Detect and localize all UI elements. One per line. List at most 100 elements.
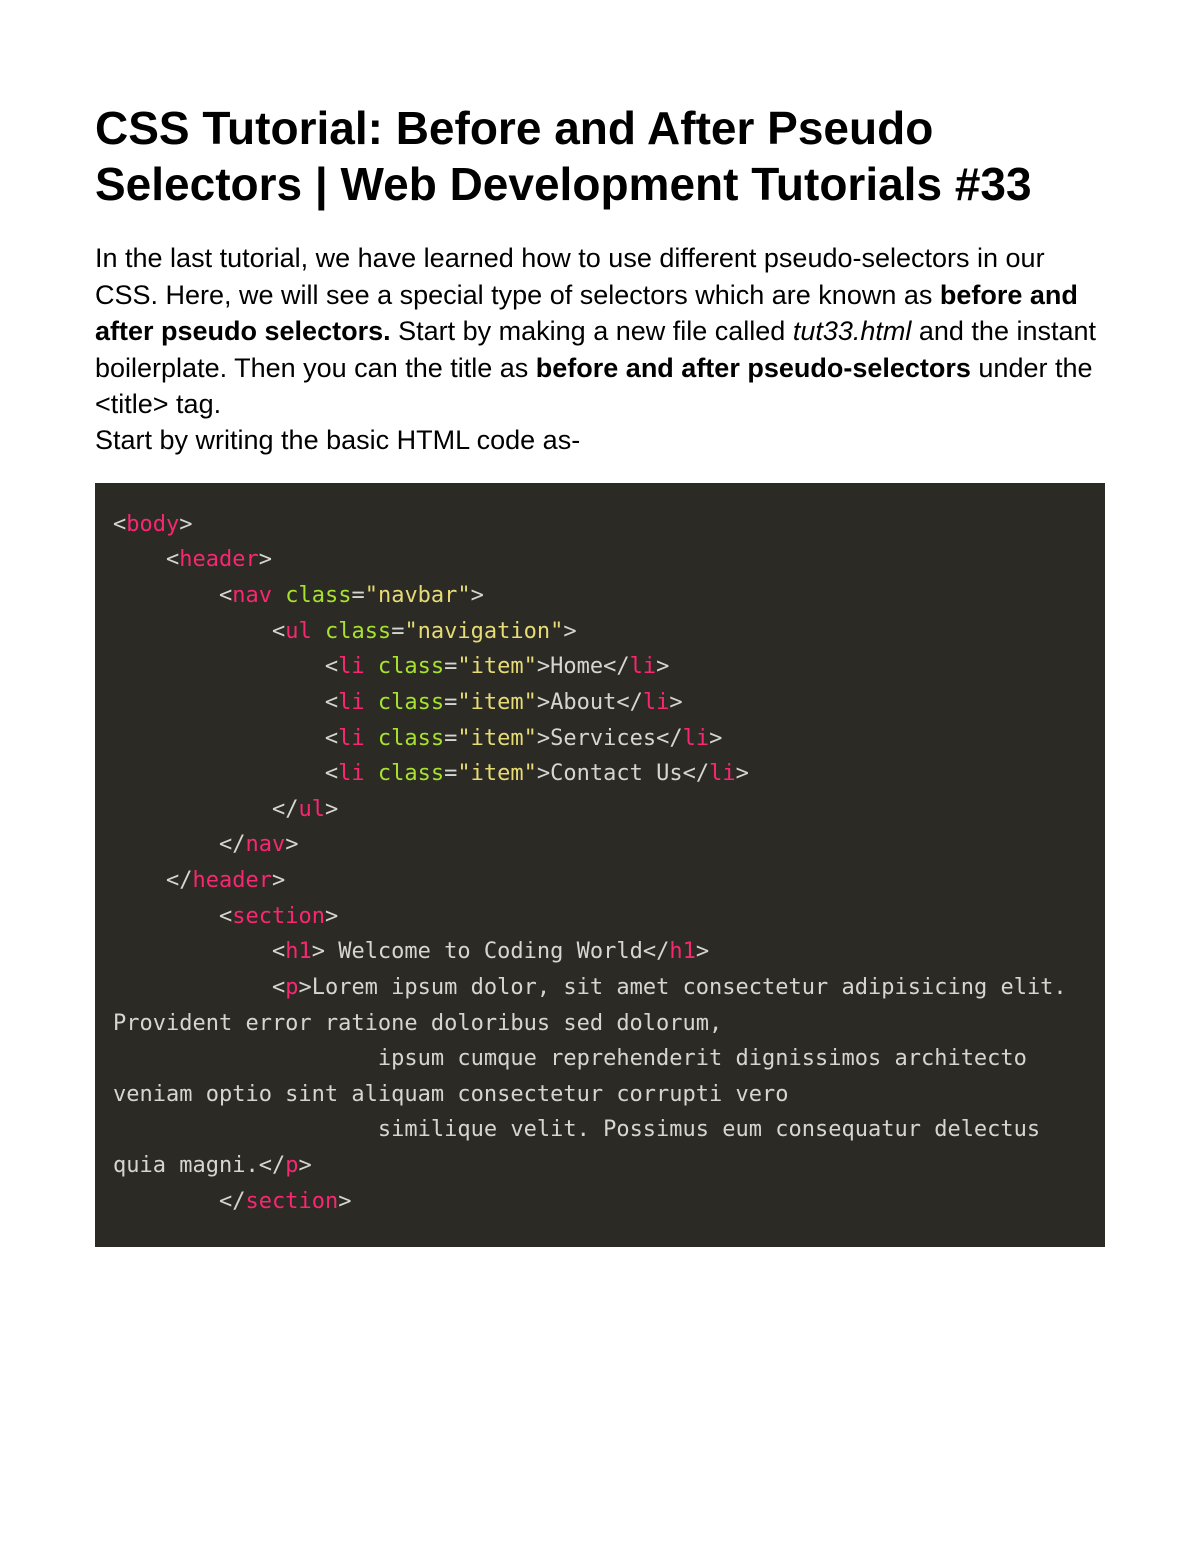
code-punct: < — [272, 975, 285, 1000]
code-punct: = — [351, 583, 364, 608]
code-punct: > — [272, 868, 285, 893]
code-punct: = — [444, 654, 457, 679]
code-tag-section: section — [232, 904, 325, 929]
code-tag-li: li — [338, 690, 365, 715]
code-tag-header: header — [179, 547, 258, 572]
code-punct: > — [298, 1153, 311, 1178]
code-punct: > — [325, 797, 338, 822]
code-text-para2: ipsum cumque reprehenderit dignissimos a… — [113, 1046, 1040, 1107]
code-text-home: Home — [550, 654, 603, 679]
intro-text: In the last tutorial, we have learned ho… — [95, 243, 1045, 309]
code-tag-li: li — [630, 654, 657, 679]
code-punct: = — [444, 761, 457, 786]
code-value-item: "item" — [457, 761, 536, 786]
code-tag-nav: nav — [245, 832, 285, 857]
code-punct — [312, 619, 325, 644]
code-tag-header: header — [192, 868, 271, 893]
code-punct: < — [272, 939, 285, 964]
code-text-para1: Lorem ipsum dolor, sit amet consectetur … — [113, 975, 1080, 1036]
code-punct: > — [669, 690, 682, 715]
code-value-navigation: "navigation" — [404, 619, 563, 644]
code-punct: > — [325, 904, 338, 929]
code-punct: > — [259, 547, 272, 572]
code-punct: > — [709, 726, 722, 751]
code-tag-nav: nav — [232, 583, 272, 608]
code-punct — [365, 654, 378, 679]
code-attr-class: class — [378, 726, 444, 751]
code-punct: > — [537, 690, 550, 715]
code-tag-h1: h1 — [285, 939, 312, 964]
code-punct: > — [736, 761, 749, 786]
code-punct: > — [537, 654, 550, 679]
code-punct: </ — [166, 868, 193, 893]
code-value-navbar: "navbar" — [365, 583, 471, 608]
code-text-contact: Contact Us — [550, 761, 682, 786]
code-punct: </ — [219, 1189, 246, 1214]
code-punct: </ — [219, 832, 246, 857]
code-punct: > — [285, 832, 298, 857]
code-tag-li: li — [643, 690, 670, 715]
code-text-about: About — [550, 690, 616, 715]
code-tag-ul: ul — [285, 619, 312, 644]
code-punct: < — [219, 904, 232, 929]
code-punct: = — [391, 619, 404, 644]
code-punct: </ — [603, 654, 630, 679]
code-attr-class: class — [378, 690, 444, 715]
code-tag-li: li — [338, 761, 365, 786]
intro-line2: Start by writing the basic HTML code as- — [95, 425, 580, 455]
code-block: <body> <header> <nav class="navbar"> <ul… — [95, 483, 1105, 1248]
code-punct: < — [325, 726, 338, 751]
code-punct: </ — [259, 1153, 286, 1178]
code-tag-h1: h1 — [669, 939, 696, 964]
code-punct: </ — [616, 690, 643, 715]
code-punct — [272, 583, 285, 608]
intro-bold-title: before and after pseudo-selectors — [536, 353, 971, 383]
code-attr-class: class — [378, 761, 444, 786]
code-punct: > — [179, 512, 192, 537]
code-punct: = — [444, 690, 457, 715]
code-tag-body: body — [126, 512, 179, 537]
code-punct: > — [471, 583, 484, 608]
code-punct: > — [298, 975, 311, 1000]
page-title: CSS Tutorial: Before and After Pseudo Se… — [95, 100, 1105, 212]
code-punct: > — [656, 654, 669, 679]
intro-filename: tut33.html — [793, 316, 912, 346]
code-attr-class: class — [285, 583, 351, 608]
code-value-item: "item" — [457, 726, 536, 751]
code-tag-li: li — [709, 761, 736, 786]
code-tag-ul: ul — [298, 797, 325, 822]
code-punct — [365, 726, 378, 751]
code-punct: > — [563, 619, 576, 644]
code-tag-li: li — [338, 654, 365, 679]
code-text-services: Services — [550, 726, 656, 751]
code-tag-li: li — [338, 726, 365, 751]
code-tag-p: p — [285, 975, 298, 1000]
code-punct — [365, 690, 378, 715]
code-punct: </ — [272, 797, 299, 822]
code-punct: < — [219, 583, 232, 608]
code-punct: = — [444, 726, 457, 751]
code-punct: > — [696, 939, 709, 964]
code-tag-li: li — [683, 726, 710, 751]
code-punct: </ — [643, 939, 670, 964]
code-punct: > — [537, 726, 550, 751]
intro-text: Start by making a new file called — [391, 316, 793, 346]
code-text-para3: similique velit. Possimus eum consequatu… — [113, 1117, 1053, 1178]
code-punct: </ — [656, 726, 683, 751]
code-punct: < — [325, 654, 338, 679]
code-punct: </ — [683, 761, 710, 786]
code-tag-section: section — [245, 1189, 338, 1214]
code-text-h1: Welcome to Coding World — [325, 939, 643, 964]
code-tag-p: p — [285, 1153, 298, 1178]
code-punct: > — [338, 1189, 351, 1214]
code-punct — [365, 761, 378, 786]
intro-paragraph: In the last tutorial, we have learned ho… — [95, 240, 1105, 459]
code-punct: > — [312, 939, 325, 964]
code-punct: < — [325, 761, 338, 786]
code-punct: > — [537, 761, 550, 786]
code-punct: < — [272, 619, 285, 644]
code-punct: < — [325, 690, 338, 715]
code-punct: < — [166, 547, 179, 572]
code-value-item: "item" — [457, 690, 536, 715]
code-attr-class: class — [378, 654, 444, 679]
